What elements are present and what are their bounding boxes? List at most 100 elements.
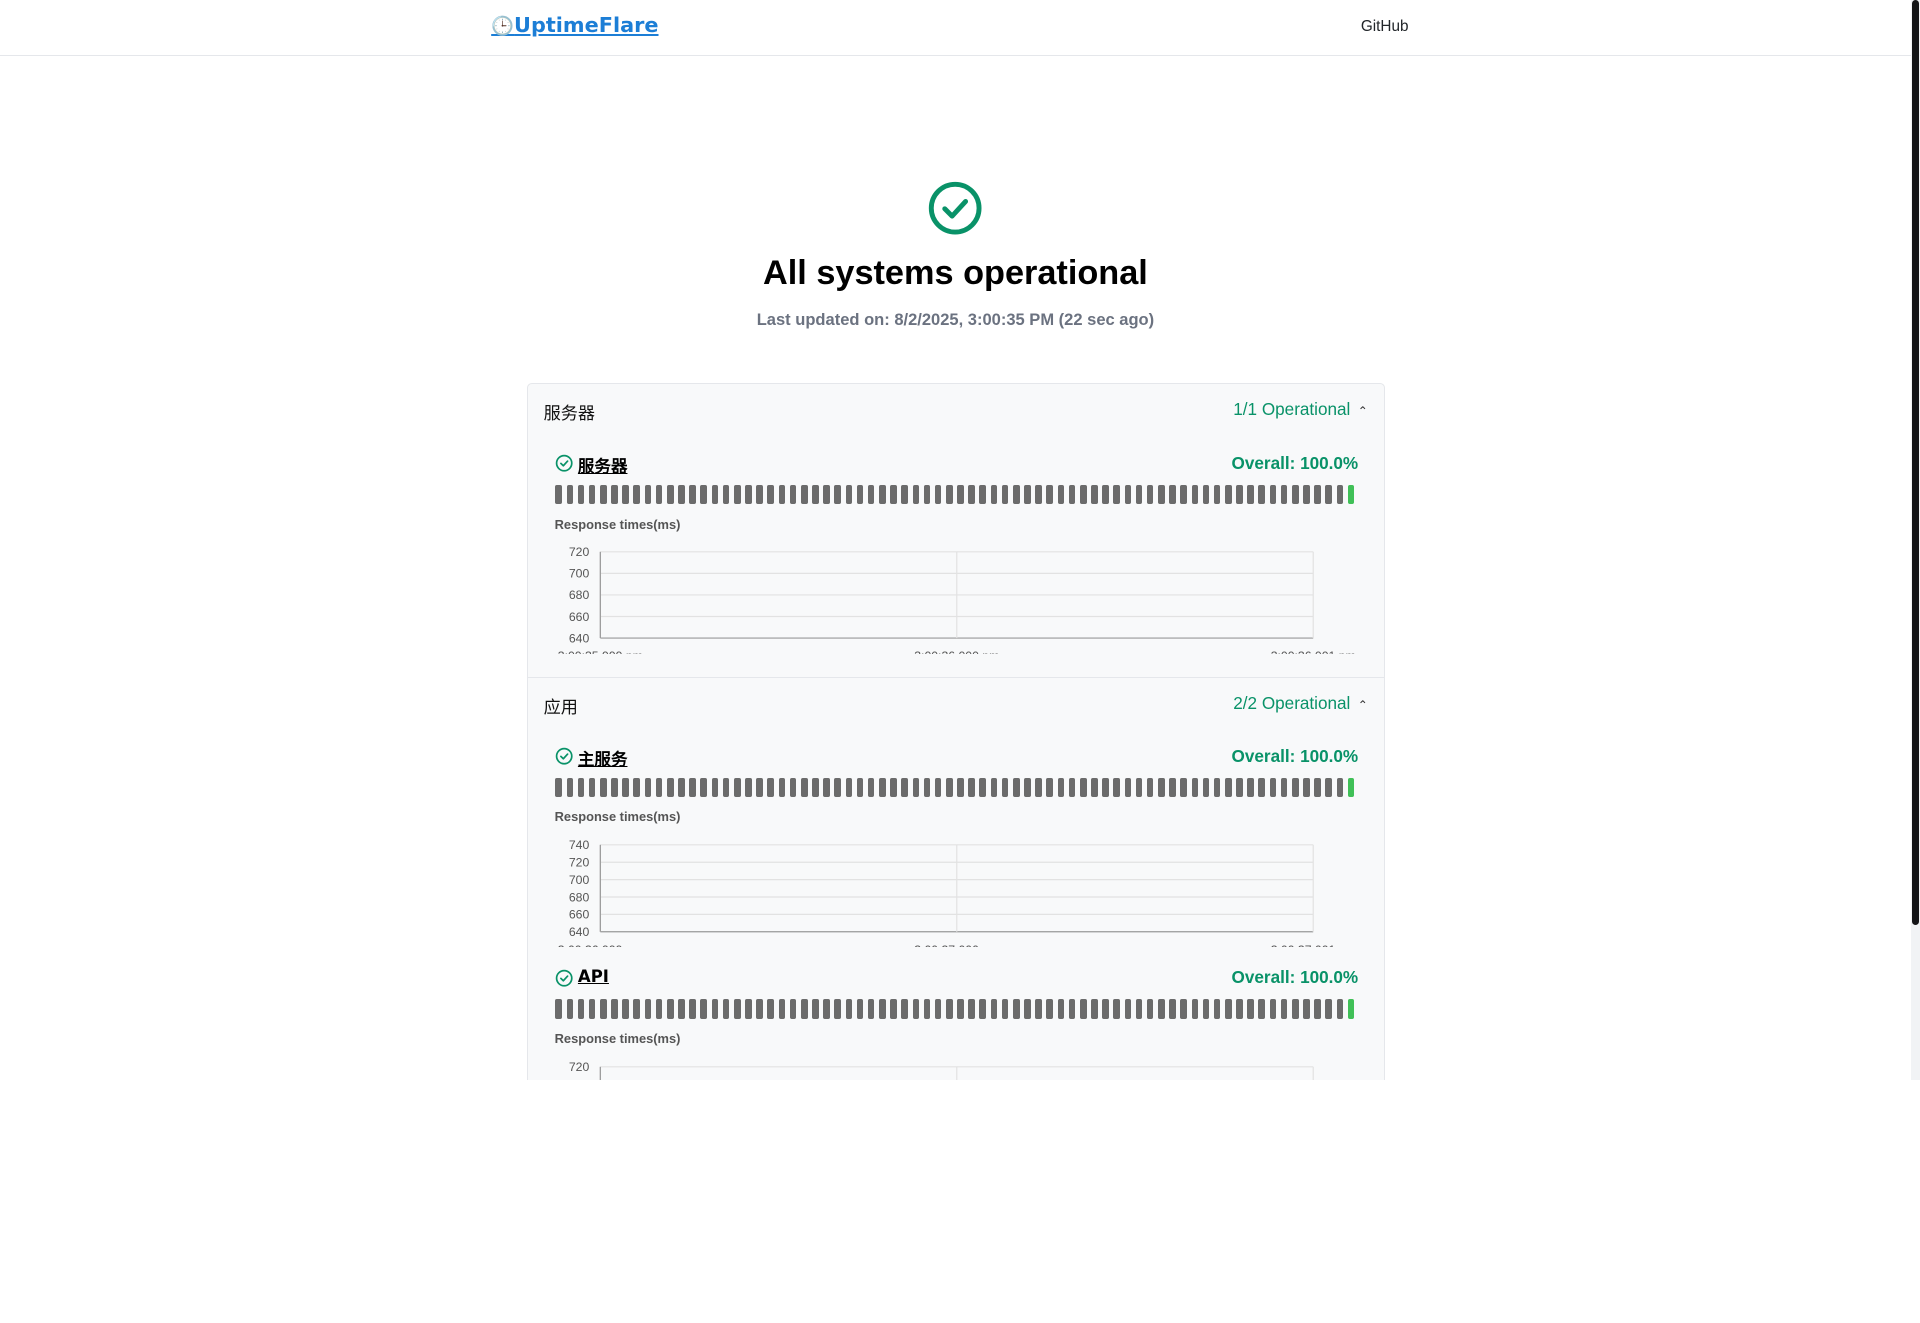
uptime-bar[interactable] bbox=[745, 777, 752, 798]
uptime-bar[interactable] bbox=[1247, 484, 1254, 505]
uptime-bar[interactable] bbox=[1024, 999, 1031, 1019]
uptime-bar[interactable] bbox=[890, 999, 897, 1019]
uptime-bar[interactable] bbox=[1102, 777, 1109, 798]
uptime-bar[interactable] bbox=[1146, 777, 1154, 798]
uptime-bar[interactable] bbox=[600, 484, 607, 505]
uptime-bar[interactable] bbox=[1347, 999, 1355, 1019]
uptime-bar[interactable] bbox=[1280, 777, 1288, 798]
uptime-bar[interactable] bbox=[1169, 777, 1176, 798]
uptime-bar[interactable] bbox=[1012, 777, 1020, 798]
uptime-bar[interactable] bbox=[778, 777, 786, 798]
uptime-bar[interactable] bbox=[1146, 484, 1154, 505]
uptime-bar[interactable] bbox=[867, 484, 875, 505]
uptime-bar[interactable] bbox=[845, 777, 853, 798]
uptime-bar[interactable] bbox=[1079, 484, 1087, 505]
uptime-bar[interactable] bbox=[756, 484, 763, 505]
uptime-bar[interactable] bbox=[845, 484, 853, 505]
uptime-bar[interactable] bbox=[700, 777, 708, 798]
uptime-bar[interactable] bbox=[555, 777, 562, 798]
uptime-bar[interactable] bbox=[1012, 484, 1020, 505]
uptime-bar[interactable] bbox=[1247, 999, 1254, 1019]
uptime-bar[interactable] bbox=[1046, 777, 1054, 798]
uptime-bar[interactable] bbox=[901, 777, 908, 798]
uptime-bar[interactable] bbox=[644, 484, 652, 505]
uptime-bar[interactable] bbox=[1046, 999, 1054, 1019]
uptime-bar[interactable] bbox=[689, 999, 696, 1019]
uptime-bar[interactable] bbox=[912, 999, 920, 1019]
uptime-bar[interactable] bbox=[678, 999, 685, 1019]
uptime-bar[interactable] bbox=[1236, 999, 1243, 1019]
uptime-bar[interactable] bbox=[611, 484, 618, 505]
uptime-bar[interactable] bbox=[1224, 484, 1232, 505]
uptime-bar[interactable] bbox=[1347, 484, 1355, 505]
uptime-bar[interactable] bbox=[1079, 777, 1087, 798]
uptime-bar[interactable] bbox=[1124, 777, 1132, 798]
uptime-bar[interactable] bbox=[600, 777, 607, 798]
uptime-bar[interactable] bbox=[823, 777, 830, 798]
uptime-bar[interactable] bbox=[789, 777, 797, 798]
uptime-bar[interactable] bbox=[1091, 999, 1098, 1019]
uptime-bar[interactable] bbox=[1158, 999, 1165, 1019]
uptime-bar[interactable] bbox=[1079, 999, 1087, 1019]
uptime-bar[interactable] bbox=[1269, 484, 1277, 505]
uptime-bar[interactable] bbox=[1113, 777, 1120, 798]
uptime-bar[interactable] bbox=[912, 484, 920, 505]
uptime-bar[interactable] bbox=[1158, 777, 1165, 798]
uptime-bar[interactable] bbox=[566, 999, 574, 1019]
uptime-bar[interactable] bbox=[1336, 484, 1344, 505]
uptime-bar[interactable] bbox=[856, 999, 864, 1019]
uptime-bar[interactable] bbox=[1001, 999, 1009, 1019]
uptime-bar[interactable] bbox=[1035, 484, 1042, 505]
uptime-bar[interactable] bbox=[1046, 484, 1054, 505]
uptime-bar[interactable] bbox=[845, 999, 853, 1019]
uptime-bar[interactable] bbox=[1336, 999, 1344, 1019]
uptime-bar[interactable] bbox=[1068, 999, 1076, 1019]
uptime-bar[interactable] bbox=[666, 999, 674, 1019]
uptime-bar[interactable] bbox=[990, 777, 998, 798]
monitor-name-link[interactable]: API bbox=[578, 967, 609, 986]
uptime-bar[interactable] bbox=[1113, 999, 1120, 1019]
uptime-bar[interactable] bbox=[1035, 999, 1042, 1019]
uptime-bar[interactable] bbox=[1325, 777, 1333, 798]
uptime-bar[interactable] bbox=[1169, 484, 1176, 505]
uptime-bar[interactable] bbox=[934, 999, 942, 1019]
uptime-bar[interactable] bbox=[812, 999, 819, 1019]
uptime-bar[interactable] bbox=[678, 484, 685, 505]
uptime-bar[interactable] bbox=[1124, 999, 1132, 1019]
uptime-bar[interactable] bbox=[1213, 999, 1221, 1019]
uptime-bar[interactable] bbox=[1068, 484, 1076, 505]
uptime-bar[interactable] bbox=[778, 999, 786, 1019]
uptime-bar[interactable] bbox=[800, 777, 808, 798]
uptime-bar[interactable] bbox=[945, 999, 953, 1019]
group-status-toggle[interactable]: 2/2 Operational ⌃ bbox=[1233, 693, 1368, 714]
uptime-bar[interactable] bbox=[990, 484, 998, 505]
uptime-bar[interactable] bbox=[1291, 777, 1299, 798]
uptime-bar[interactable] bbox=[733, 777, 741, 798]
uptime-bar[interactable] bbox=[1024, 484, 1031, 505]
uptime-bar[interactable] bbox=[901, 999, 908, 1019]
uptime-bar[interactable] bbox=[968, 484, 975, 505]
uptime-bar[interactable] bbox=[689, 777, 696, 798]
uptime-bar[interactable] bbox=[611, 999, 618, 1019]
uptime-bar[interactable] bbox=[957, 777, 964, 798]
uptime-bar[interactable] bbox=[912, 777, 920, 798]
uptime-bar[interactable] bbox=[767, 999, 775, 1019]
uptime-bar[interactable] bbox=[1012, 999, 1020, 1019]
group-header-apps[interactable]: 应用 2/2 Operational ⌃ bbox=[528, 678, 1384, 727]
uptime-bar[interactable] bbox=[789, 999, 797, 1019]
uptime-bar[interactable] bbox=[1258, 484, 1266, 505]
uptime-bar[interactable] bbox=[666, 484, 674, 505]
page-scrollbar[interactable] bbox=[1910, 0, 1920, 1081]
uptime-bar[interactable] bbox=[611, 777, 618, 798]
uptime-bar[interactable] bbox=[1135, 777, 1143, 798]
uptime-bar[interactable] bbox=[1191, 777, 1199, 798]
uptime-bar[interactable] bbox=[622, 777, 629, 798]
uptime-bar[interactable] bbox=[722, 484, 730, 505]
uptime-bar[interactable] bbox=[633, 484, 641, 505]
uptime-bar[interactable] bbox=[834, 484, 841, 505]
uptime-bar[interactable] bbox=[1135, 999, 1143, 1019]
uptime-bar[interactable] bbox=[945, 484, 953, 505]
uptime-bar[interactable] bbox=[890, 484, 897, 505]
uptime-bar[interactable] bbox=[1314, 777, 1321, 798]
uptime-bar[interactable] bbox=[555, 484, 562, 505]
